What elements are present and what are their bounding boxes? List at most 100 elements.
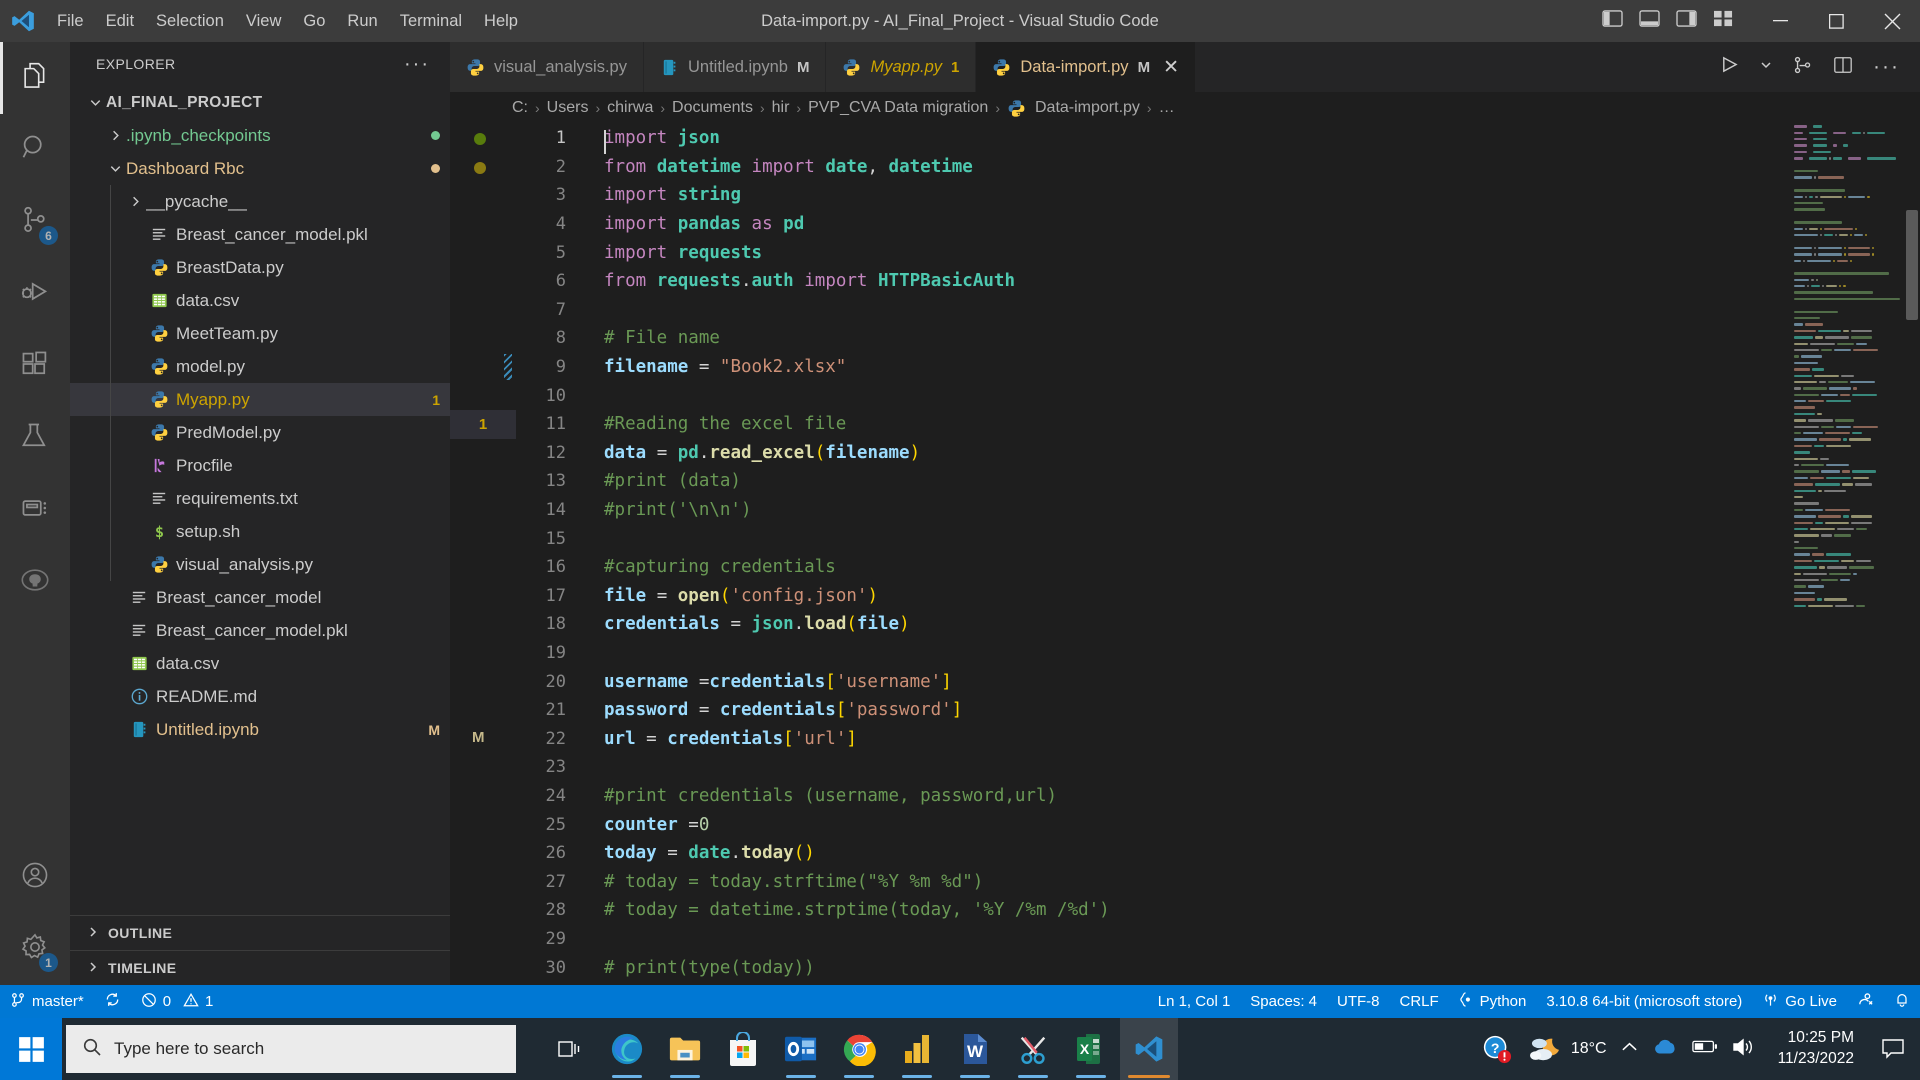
taskbar-app-snipping-tool[interactable] bbox=[1004, 1018, 1062, 1080]
code-line[interactable]: 29 bbox=[516, 925, 1920, 954]
customize-layout-icon[interactable] bbox=[1713, 9, 1734, 33]
taskbar-search[interactable]: Type here to search bbox=[66, 1025, 516, 1073]
activity-testing[interactable] bbox=[0, 402, 70, 474]
code-line[interactable]: 21 password = credentials['password'] bbox=[516, 696, 1920, 725]
breadcrumb-item[interactable]: … bbox=[1159, 99, 1175, 117]
maximize-button[interactable] bbox=[1808, 0, 1864, 42]
breadcrumb-item[interactable]: PVP_CVA Data migration bbox=[808, 99, 988, 117]
breadcrumb-item[interactable]: hir bbox=[772, 99, 790, 117]
tree-item-meetteam-py[interactable]: MeetTeam.py bbox=[70, 317, 450, 350]
breadcrumb[interactable]: C: › Users › chirwa › Documents › hir › PVP_CVA Da… bbox=[450, 92, 1920, 124]
close-button[interactable] bbox=[1864, 0, 1920, 42]
breadcrumb-item[interactable]: chirwa bbox=[607, 99, 653, 117]
code-line[interactable]: 23 bbox=[516, 753, 1920, 782]
taskbar-app-outlook[interactable] bbox=[772, 1018, 830, 1080]
code-line[interactable]: 2 from datetime import date, datetime bbox=[516, 153, 1920, 182]
show-hidden-icons-icon[interactable] bbox=[1621, 1040, 1638, 1058]
activity-run-and-debug[interactable] bbox=[0, 258, 70, 330]
chevron-right-icon[interactable] bbox=[124, 194, 146, 209]
chevron-down-icon[interactable] bbox=[1759, 58, 1773, 77]
sidebar-section-timeline[interactable]: TIMELINE bbox=[70, 950, 450, 985]
toggle-primary-sidebar-icon[interactable] bbox=[1602, 9, 1623, 33]
code-line[interactable]: 26 today = date.today() bbox=[516, 839, 1920, 868]
activity-extensions[interactable] bbox=[0, 330, 70, 402]
tree-item-dashboard-rbc[interactable]: Dashboard Rbc bbox=[70, 152, 450, 185]
scrollbar-thumb[interactable] bbox=[1906, 210, 1918, 320]
code-line[interactable]: 5 import requests bbox=[516, 238, 1920, 267]
code-line[interactable]: 30 # print(type(today)) bbox=[516, 953, 1920, 982]
taskbar-app-microsoft-word[interactable]: W bbox=[946, 1018, 1004, 1080]
tree-item-visual-analysis-py[interactable]: visual_analysis.py bbox=[70, 548, 450, 581]
code-line[interactable]: 1 import json bbox=[516, 124, 1920, 155]
tree-item-breast-cancer-model-pkl[interactable]: Breast_cancer_model.pkl bbox=[70, 614, 450, 647]
tree-item-readme-md[interactable]: README.md bbox=[70, 680, 450, 713]
code-line[interactable]: 20 username =credentials['username'] bbox=[516, 667, 1920, 696]
tree-item-model-py[interactable]: model.py bbox=[70, 350, 450, 383]
tree-item-data-csv[interactable]: data.csv bbox=[70, 647, 450, 680]
code-line[interactable]: 25 counter =0 bbox=[516, 810, 1920, 839]
status-language-mode[interactable]: Python bbox=[1449, 985, 1537, 1018]
split-editor-right-icon[interactable] bbox=[1833, 55, 1853, 80]
taskbar-app-microsoft-edge[interactable] bbox=[598, 1018, 656, 1080]
chevron-down-icon[interactable] bbox=[84, 95, 106, 110]
task-view-icon[interactable] bbox=[540, 1018, 598, 1080]
activity-search[interactable] bbox=[0, 114, 70, 186]
code-line[interactable]: 9 filename = "Book2.xlsx" bbox=[516, 353, 1920, 382]
editor-tab-myapp-py[interactable]: Myapp.py 1 bbox=[826, 42, 977, 92]
chevron-down-icon[interactable] bbox=[104, 161, 126, 176]
breadcrumb-item[interactable]: Documents bbox=[672, 99, 753, 117]
activity-explorer[interactable] bbox=[0, 42, 70, 114]
taskbar-app-google-chrome[interactable] bbox=[830, 1018, 888, 1080]
taskbar-app-microsoft-store[interactable] bbox=[714, 1018, 772, 1080]
glyph-margin-problem-badge[interactable]: 1 bbox=[450, 410, 516, 439]
code-line[interactable]: 13 #print (data) bbox=[516, 467, 1920, 496]
sidebar-more-actions-icon[interactable]: ··· bbox=[398, 53, 436, 76]
windows-start-icon[interactable] bbox=[0, 1018, 62, 1080]
tree-item-ai-final-project[interactable]: AI_FINAL_PROJECT bbox=[70, 86, 450, 119]
menu-go[interactable]: Go bbox=[292, 8, 336, 35]
sidebar-section-outline[interactable]: OUTLINE bbox=[70, 915, 450, 950]
code-line[interactable]: 8 # File name bbox=[516, 324, 1920, 353]
code-line[interactable]: 24 #print credentials (username, password… bbox=[516, 782, 1920, 811]
code-line[interactable]: 19 bbox=[516, 639, 1920, 668]
tree-item-breast-cancer-model-pkl[interactable]: Breast_cancer_model.pkl bbox=[70, 218, 450, 251]
status-encoding[interactable]: UTF-8 bbox=[1327, 985, 1390, 1018]
taskbar-clock[interactable]: 10:25 PM 11/23/2022 bbox=[1770, 1028, 1862, 1070]
status-problems[interactable]: 0 1 bbox=[131, 985, 224, 1018]
toggle-secondary-sidebar-icon[interactable] bbox=[1676, 9, 1697, 33]
taskbar-app-file-explorer[interactable] bbox=[656, 1018, 714, 1080]
file-tree[interactable]: AI_FINAL_PROJECT .ipynb_checkpoints Dashbo… bbox=[70, 86, 450, 915]
run-python-file-icon[interactable] bbox=[1720, 55, 1739, 79]
menu-terminal[interactable]: Terminal bbox=[389, 8, 473, 35]
tree-item-untitled-ipynb[interactable]: Untitled.ipynb M bbox=[70, 713, 450, 746]
battery-icon[interactable] bbox=[1691, 1039, 1718, 1059]
tree-item-breast-cancer-model[interactable]: Breast_cancer_model bbox=[70, 581, 450, 614]
status-cursor-position[interactable]: Ln 1, Col 1 bbox=[1148, 985, 1241, 1018]
activity-settings[interactable]: 1 bbox=[0, 913, 70, 985]
editor-tab-untitled-ipynb[interactable]: Untitled.ipynb M bbox=[643, 42, 827, 92]
taskbar-app-visual-studio-code[interactable] bbox=[1120, 1018, 1178, 1080]
code-line[interactable]: 3 import string bbox=[516, 181, 1920, 210]
help-alert-icon[interactable]: ? bbox=[1480, 1034, 1514, 1064]
menu-view[interactable]: View bbox=[235, 8, 292, 35]
status-interpreter[interactable]: 3.10.8 64-bit (microsoft store) bbox=[1536, 985, 1752, 1018]
code-line[interactable]: 18 credentials = json.load(file) bbox=[516, 610, 1920, 639]
action-center-icon[interactable] bbox=[1876, 1038, 1910, 1060]
code-line[interactable]: 22 url = credentials['url'] bbox=[516, 724, 1920, 753]
activity-source-control[interactable]: 6 bbox=[0, 186, 70, 258]
status-branch[interactable]: master* bbox=[0, 985, 94, 1018]
editor-tab-close-icon[interactable]: ✕ bbox=[1163, 58, 1179, 77]
menu-edit[interactable]: Edit bbox=[95, 8, 145, 35]
tree-item-procfile[interactable]: Procfile bbox=[70, 449, 450, 482]
tree-item-data-csv[interactable]: data.csv bbox=[70, 284, 450, 317]
code-lines[interactable]: 1 import json 2 from datetime import date, … bbox=[516, 124, 1920, 985]
tree-item-myapp-py[interactable]: Myapp.py 1 bbox=[70, 383, 450, 416]
code-line[interactable]: 14 #print('\n\n') bbox=[516, 496, 1920, 525]
code-line[interactable]: 11 #Reading the excel file bbox=[516, 410, 1920, 439]
status-remote-window[interactable] bbox=[1847, 985, 1884, 1018]
menu-help[interactable]: Help bbox=[473, 8, 529, 35]
taskbar-app-power-bi[interactable] bbox=[888, 1018, 946, 1080]
editor-tab-data-import-py[interactable]: Data-import.py M ✕ bbox=[976, 42, 1196, 92]
status-sync[interactable] bbox=[94, 985, 131, 1018]
taskbar-app-microsoft-excel[interactable]: X bbox=[1062, 1018, 1120, 1080]
